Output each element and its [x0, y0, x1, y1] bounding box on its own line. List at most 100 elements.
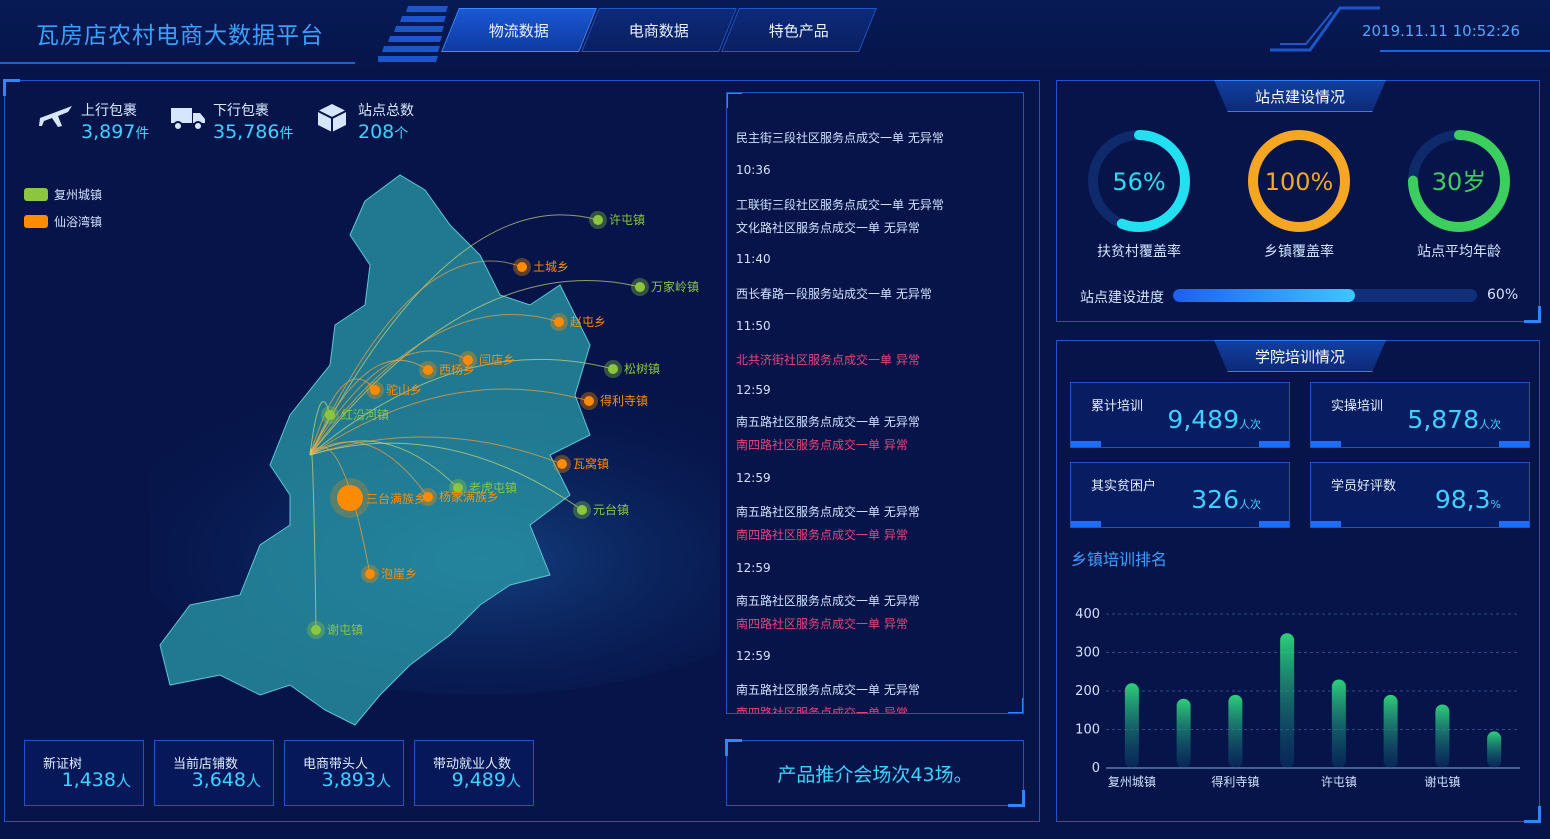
- map-node[interactable]: 西杨乡: [419, 361, 475, 379]
- chart-bar[interactable]: [1124, 683, 1139, 768]
- chart-bar[interactable]: [1435, 704, 1450, 768]
- legend: 复州城镇 仙浴湾镇: [24, 186, 102, 230]
- progress-label: 站点建设进度: [1080, 290, 1164, 306]
- legend-swatch-orange: [24, 215, 48, 228]
- map-node-label: 泡崖乡: [381, 567, 417, 581]
- header-divider-right: [1380, 50, 1550, 52]
- bottom-stat: 带动就业人数 9,489人: [414, 740, 534, 806]
- stat-download: [170, 104, 206, 136]
- map-node[interactable]: 泡崖乡: [361, 565, 417, 583]
- panel-corner: [1008, 790, 1025, 807]
- feed-item: 南五路社区服务点成交一单 无异常: [736, 505, 920, 519]
- legend-swatch-green: [24, 188, 48, 201]
- stat-sites-value: 208个: [358, 121, 409, 143]
- chart-bar[interactable]: [1176, 698, 1191, 768]
- chart-xtick-label: 谢屯镇: [1424, 774, 1460, 789]
- feed-item: 南五路社区服务点成交一单 无异常: [736, 415, 920, 429]
- feed-item: 南四路社区服务点成交一单 异常: [736, 617, 908, 631]
- map-node-label: 万家岭镇: [651, 279, 699, 294]
- chart-xtick-label: 许屯镇: [1321, 775, 1357, 789]
- progress-fill: [1173, 289, 1356, 302]
- training-title: 学院培训情况: [1214, 340, 1386, 372]
- feed-item: 南四路社区服务点成交一单 异常: [736, 528, 908, 542]
- gauge-label: 扶贫村覆盖率: [1097, 244, 1181, 260]
- chart-bar[interactable]: [1383, 694, 1398, 768]
- airplane-icon: [39, 106, 72, 127]
- progress-track: [1173, 289, 1477, 302]
- feed-item: 南四路社区服务点成交一单 异常: [736, 706, 908, 714]
- feed-item: 12:59: [736, 561, 771, 575]
- map-node-label: 红沿河镇: [341, 407, 389, 422]
- map-node[interactable]: 驼山乡: [366, 381, 422, 399]
- header: 瓦房店农村电商大数据平台 物流数据 电商数据 特色产品 2019.11.11 1…: [0, 0, 1550, 75]
- gauge-label: 站点平均年龄: [1417, 244, 1501, 260]
- header-divider: [0, 62, 355, 64]
- training-ranking-chart: 0 100 200 300 400 复州城镇 得利寺镇 许屯镇 谢屯镇: [1075, 607, 1520, 789]
- chart-bar[interactable]: [1228, 694, 1243, 768]
- legend-item[interactable]: 仙浴湾镇: [24, 213, 102, 230]
- map-node[interactable]: 许屯镇: [589, 211, 645, 229]
- package-icon: [317, 104, 347, 132]
- map-node[interactable]: 元台镇: [573, 501, 629, 519]
- map-node-label: 赵屯乡: [570, 315, 606, 329]
- feed-item: 11:50: [736, 319, 771, 333]
- map-node[interactable]: 红沿河镇: [321, 406, 389, 424]
- chart-bar[interactable]: [1280, 633, 1295, 768]
- chart-bar[interactable]: [1487, 731, 1502, 768]
- logistics-map: 许屯镇土城乡万家岭镇赵屯乡闫店乡西杨乡 松树镇驼山乡得利寺镇红沿河镇瓦窝镇老虎屯镇…: [150, 174, 720, 726]
- transaction-feed[interactable]: 民主街三段社区服务点成交一单 无异常 10:36 工联街三段社区服务点成交一单 无异…: [726, 92, 1024, 714]
- site-construction-title: 站点建设情况: [1214, 80, 1386, 112]
- feed-item: 12:59: [736, 649, 771, 663]
- feed-item: 西长春路一段服务站成交一单 无异常: [736, 287, 932, 301]
- map-node[interactable]: 万家岭镇: [631, 278, 699, 296]
- feed-item: 民主街三段社区服务点成交一单 无异常: [736, 131, 944, 145]
- tab-ecommerce[interactable]: 电商数据: [581, 8, 737, 52]
- tab-logistics[interactable]: 物流数据: [441, 8, 597, 52]
- map-node[interactable]: 瓦窝镇: [553, 455, 609, 473]
- map-node-label: 西杨乡: [439, 362, 475, 377]
- feed-item: 南五路社区服务点成交一单 无异常: [736, 594, 920, 608]
- legend-item[interactable]: 复州城镇: [24, 186, 102, 203]
- map-node-label: 得利寺镇: [600, 393, 648, 408]
- stat-download-value: 35,786件: [213, 121, 294, 143]
- chart-ytick-label: 400: [1075, 607, 1100, 622]
- training-box: 实操培训 5,878人次: [1310, 382, 1530, 448]
- truck-icon: [171, 108, 205, 131]
- map-node[interactable]: 谢屯镇: [307, 621, 363, 639]
- chart-bar[interactable]: [1331, 679, 1346, 768]
- stat-sites: [316, 102, 348, 138]
- map-node[interactable]: 松树镇: [604, 360, 660, 378]
- feed-item: 南五路社区服务点成交一单 无异常: [736, 683, 920, 697]
- chart-ytick-label: 0: [1092, 761, 1100, 776]
- map-node[interactable]: 杨家满族乡: [419, 488, 499, 506]
- progress-text: 60%: [1487, 287, 1519, 303]
- gauge-value: 30岁: [1432, 168, 1487, 196]
- feed-item: 10:36: [736, 163, 771, 177]
- map-node[interactable]: 赵屯乡: [550, 313, 606, 331]
- gauge-value: 100%: [1265, 168, 1334, 196]
- tab-special-products[interactable]: 特色产品: [721, 8, 877, 52]
- bottom-stat: 当前店铺数 3,648人: [154, 740, 274, 806]
- feed-item: 12:59: [736, 383, 771, 397]
- panel-corner: [727, 93, 742, 108]
- chart-xtick-label: 复州城镇: [1108, 775, 1156, 789]
- feed-item: 文化路社区服务点成交一单 无异常: [736, 221, 920, 235]
- panel-corner: [3, 79, 20, 96]
- panel-corner: [1524, 806, 1541, 823]
- bottom-stat: 电商带头人 3,893人: [284, 740, 404, 806]
- map-node-label: 许屯镇: [609, 213, 645, 227]
- feed-item: 12:59: [736, 471, 771, 485]
- gauge-site-age: 30岁: [1408, 130, 1510, 232]
- ranking-title: 乡镇培训排名: [1071, 550, 1168, 569]
- map-node[interactable]: 土城乡: [513, 258, 569, 276]
- stat-download-label: 下行包裹: [213, 103, 269, 119]
- map-node[interactable]: 得利寺镇: [580, 392, 648, 410]
- gauge-township-coverage: 100%: [1248, 130, 1350, 232]
- panel-corner: [1008, 698, 1023, 713]
- chart-ytick-label: 300: [1075, 646, 1100, 661]
- page-title: 瓦房店农村电商大数据平台: [36, 23, 324, 49]
- feed-item: 南四路社区服务点成交一单 异常: [736, 438, 908, 452]
- map-node-label: 元台镇: [593, 502, 629, 517]
- stat-upload-value: 3,897件: [81, 121, 150, 143]
- datetime: 2019.11.11 10:52:26: [1361, 22, 1520, 40]
